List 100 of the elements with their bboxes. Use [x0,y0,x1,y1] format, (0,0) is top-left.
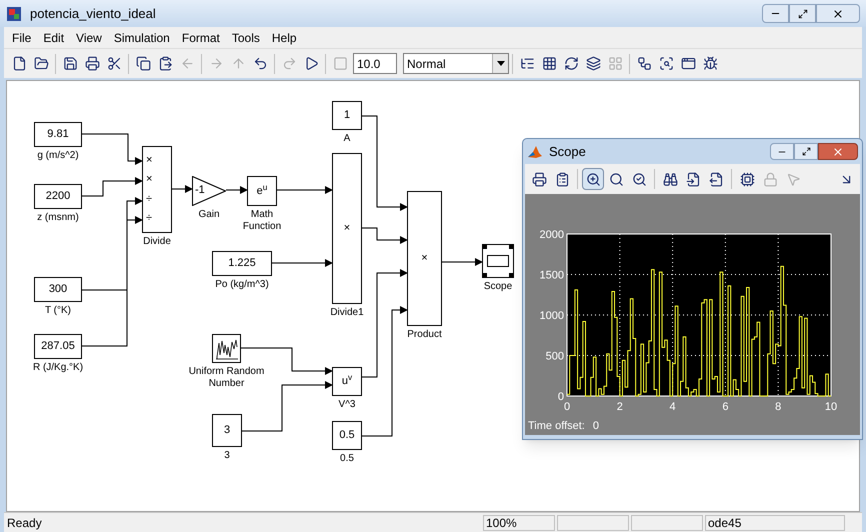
operator-sign: ÷ [146,212,152,224]
zoom-button[interactable] [582,168,604,190]
constant-block: 1.225 [212,251,272,276]
menu-item[interactable]: Tools [226,28,266,46]
function-block: u$^{v}$ [332,367,362,396]
app-logo-icon [6,6,22,22]
constant-block: 0.5 [332,421,362,450]
play-icon [304,56,318,71]
function-block: e$^{u}$ [247,176,277,206]
constant-block: 3 [212,414,242,447]
constant-block: 9.81 [34,122,82,147]
operator-sign: × [421,253,428,264]
block-label: T (°K) [44,305,72,317]
chip-icon [740,172,754,186]
window-title: potencia_viento_ideal [30,4,156,23]
maximize-icon [802,147,810,156]
magnifier-icon [608,172,624,186]
menu-item[interactable]: View [70,28,108,46]
block-label: g (m/s^2) [36,150,80,162]
maximize-button[interactable] [794,143,818,160]
scan-icon [658,56,674,71]
grid-icon [542,56,556,71]
file-in-icon [686,172,700,186]
close-button[interactable] [816,4,860,23]
print-icon [84,56,100,71]
pointer-icon [786,172,800,186]
binoculars-icon [662,172,678,186]
constant-block: 300 [34,277,82,302]
operator-sign: × [146,155,152,166]
menu-item[interactable]: Help [266,28,303,46]
tick-label: 1500 [540,270,564,282]
open-folder-icon [34,56,48,71]
file-out-icon [708,172,724,186]
paste-icon [158,56,172,71]
operator-sign: ÷ [146,194,152,205]
tiles-icon [608,56,622,71]
menu-item[interactable]: Format [176,28,226,46]
refresh-icon [564,56,578,71]
close-icon [832,8,844,20]
copy-icon [136,56,150,71]
save-icon [62,56,78,71]
maximize-icon [798,8,808,18]
peak-logo-icon [527,144,543,160]
tick-label: 0 [558,391,564,403]
window-icon [680,56,696,71]
flow-icon [636,56,652,71]
tick-label: 0 [564,401,570,413]
menu-item[interactable]: Edit [37,28,70,46]
block-label: Divide [142,236,172,248]
time-offset-value: 0 [592,419,599,434]
time-offset-label: Time offset: [528,419,585,434]
tick-label: 10 [824,401,838,413]
selection-handle[interactable] [483,245,487,249]
tick-label: 4 [670,401,676,413]
block-label: 0.5 [339,453,355,465]
tick-label: 1000 [540,310,564,322]
caret-icon [492,54,508,73]
clipboard-icon [554,172,570,186]
menu-item[interactable]: File [6,28,38,46]
cut-icon [106,56,122,71]
block-label: A [342,133,352,145]
selection-handle[interactable] [509,273,513,277]
bug-icon [702,56,718,71]
stop-time-field[interactable]: 10.0 [353,53,397,74]
print-icon [532,172,546,186]
block-label: R (J/Kg.°K) [32,362,84,374]
block-label: Uniform Random Number [188,366,266,390]
block-label: z (msnm) [36,212,80,224]
tick-label: 500 [546,350,564,362]
block-label: Gain [197,209,221,221]
constant-block: 287.05 [34,334,82,359]
selection-handle[interactable] [483,273,487,277]
screen-icon [487,255,509,267]
block-label: 3 [223,450,231,462]
tree-icon [520,56,534,71]
tick-label: 2 [616,401,623,413]
selection-handle[interactable] [509,245,513,249]
mode-dropdown[interactable]: Normal [403,53,509,74]
signal-line [226,186,248,194]
status-message: Ready [6,514,43,532]
operator-sign: × [146,174,152,186]
forward-arrow-icon [208,56,224,71]
close-button[interactable] [818,143,858,160]
redo-icon [282,56,296,71]
zoom-icon [586,172,600,186]
block-label: Math Function [242,209,282,233]
constant-block: 1 [332,101,362,130]
menu-item[interactable]: Simulation [108,28,176,46]
close-icon [832,146,844,158]
gain-value: -1 [195,185,205,196]
undo-icon [252,56,268,71]
magnifier-icon [632,172,646,186]
layers-icon [586,56,600,71]
block-label: Product [406,329,443,341]
block-label: Po (kg/m^3) [214,279,270,291]
maximize-button[interactable] [789,4,816,23]
zoom-level: 100% [483,514,555,530]
block-label: Scope [482,281,514,293]
new-file-icon [12,56,26,71]
constant-block: 2200 [34,184,82,209]
